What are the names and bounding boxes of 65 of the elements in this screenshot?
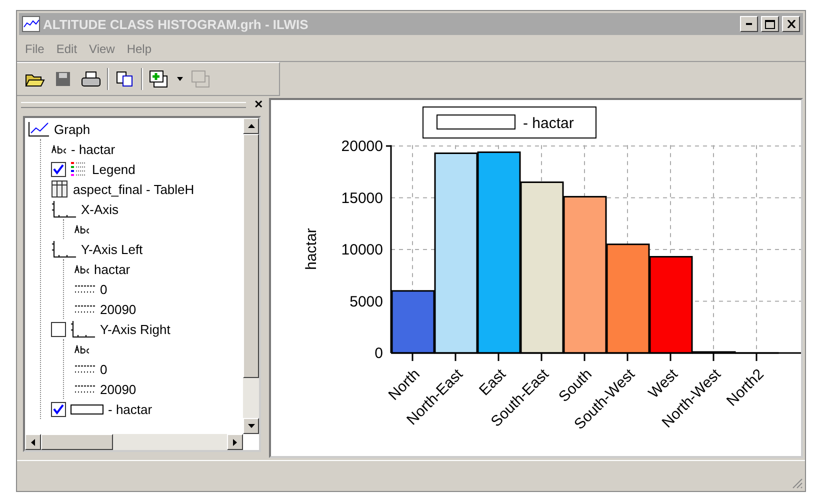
tree-item[interactable]: Y-Axis Left — [81, 242, 143, 256]
maximize-icon — [765, 20, 775, 28]
right-arrow-icon — [233, 438, 237, 446]
tree-item[interactable]: Y-Axis Right — [100, 322, 170, 336]
resize-grip-icon — [791, 477, 803, 489]
close-pane-button[interactable]: ✕ — [252, 100, 265, 110]
number-icon — [74, 285, 96, 293]
tree-item[interactable]: 20090 — [100, 302, 136, 316]
graph-icon — [28, 121, 50, 137]
axis-icon — [51, 240, 77, 258]
save-icon — [55, 71, 71, 87]
axis-icon — [51, 200, 77, 218]
close-icon — [786, 20, 796, 28]
checkbox[interactable] — [51, 162, 66, 176]
table-icon — [51, 180, 69, 198]
caret-icon — [177, 77, 183, 81]
add-layer-icon — [149, 70, 169, 88]
y-tick-label: 5000 — [350, 293, 383, 310]
up-arrow-icon — [248, 124, 254, 128]
legend-box: - hactar — [422, 106, 596, 138]
tree-item[interactable]: aspect_final - TableH — [73, 182, 194, 196]
y-tick-label: 10000 — [341, 242, 383, 258]
minimize-icon — [746, 23, 752, 25]
number-icon — [74, 385, 96, 393]
text-icon — [51, 144, 67, 154]
tree-item[interactable]: 0 — [100, 362, 108, 376]
number-icon — [74, 365, 96, 373]
series-label: - hactar — [523, 115, 574, 132]
tree-item[interactable]: 20090 — [100, 382, 136, 396]
scroll-up-button[interactable] — [243, 118, 259, 134]
tree-item[interactable]: - hactar — [108, 402, 152, 416]
app-icon — [22, 16, 40, 32]
checkbox[interactable] — [51, 402, 66, 416]
tree-item[interactable]: hactar — [94, 262, 130, 276]
number-icon — [74, 305, 96, 313]
scroll-thumb[interactable] — [41, 434, 113, 450]
window-title: ALTITUDE CLASS HISTOGRAM.grh - ILWIS — [43, 16, 310, 32]
printer-icon — [81, 71, 101, 87]
axis-icon — [70, 320, 96, 338]
layers-icon — [191, 70, 211, 88]
tree-item[interactable]: - hactar — [71, 142, 116, 156]
series-swatch-icon — [70, 403, 104, 415]
scroll-right-button[interactable] — [227, 434, 243, 450]
left-arrow-icon — [31, 438, 35, 446]
minimize-button[interactable] — [740, 16, 758, 32]
checkbox[interactable] — [51, 322, 66, 336]
text-icon — [74, 264, 90, 274]
scroll-down-button[interactable] — [243, 418, 259, 434]
y-axis-title: hactar — [303, 228, 320, 270]
maximize-button[interactable] — [761, 16, 779, 32]
tree-item[interactable]: 0 — [100, 282, 108, 296]
scroll-thumb[interactable] — [243, 134, 259, 378]
copy-icon — [116, 71, 134, 87]
down-arrow-icon — [248, 424, 254, 428]
text-icon — [74, 344, 90, 354]
scroll-left-button[interactable] — [25, 434, 41, 450]
tree-item[interactable]: Graph — [54, 122, 90, 136]
close-button[interactable] — [782, 16, 800, 32]
y-tick-label: 0 — [374, 345, 383, 362]
text-icon — [74, 224, 90, 234]
y-tick-label: 20000 — [341, 138, 383, 155]
y-tick-label: 15000 — [341, 190, 383, 207]
tree-item[interactable]: X-Axis — [81, 202, 119, 216]
legend-icon — [70, 161, 88, 177]
tree-item[interactable]: Legend — [92, 162, 136, 176]
